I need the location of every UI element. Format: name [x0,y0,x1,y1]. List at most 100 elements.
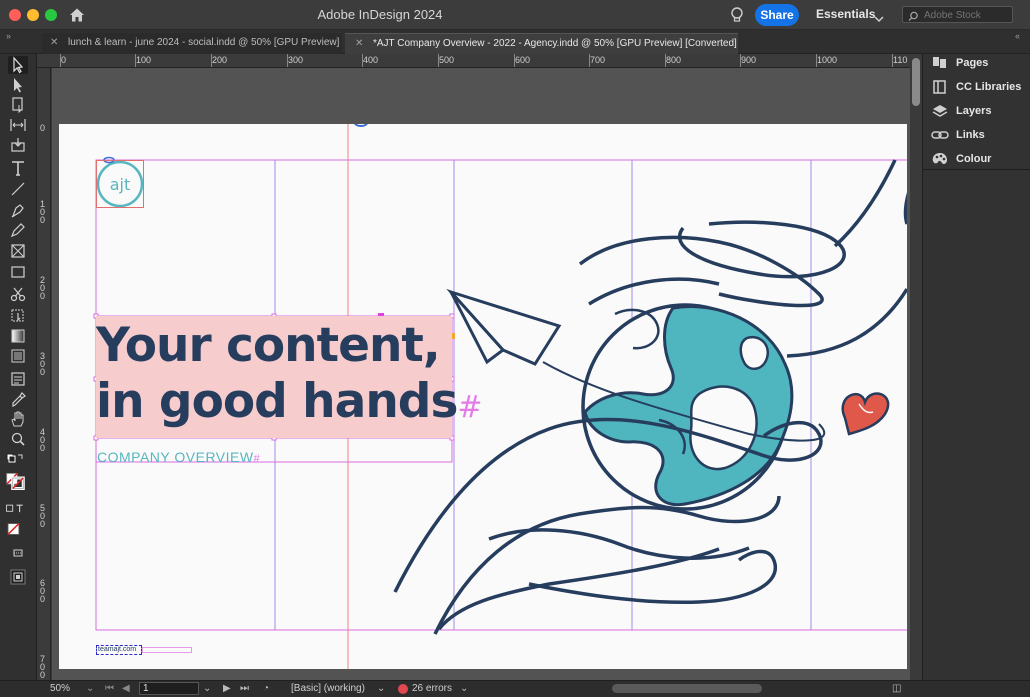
panel-colour[interactable]: Colour [931,150,1030,170]
note-tool-icon[interactable] [8,370,28,388]
next-page-icon[interactable]: ▶ [223,683,231,694]
page-dropdown-icon[interactable]: ⌄ [203,683,211,694]
share-button[interactable]: Share [755,4,799,26]
document-page[interactable]: ajt Your content, in good hands# COMPANY… [59,124,907,669]
pencil-tool-icon[interactable] [8,221,28,239]
zoom-dropdown-icon[interactable]: ⌄ [86,683,94,694]
direct-selection-tool-icon[interactable] [8,76,28,94]
first-page-icon[interactable]: ⏮ [105,683,114,694]
default-colors-icon[interactable] [5,452,25,470]
end-of-story-mark: # [253,453,261,465]
preflight-profile-icon[interactable]: ◔ [263,683,269,694]
document-canvas[interactable]: ajt Your content, in good hands# COMPANY… [52,68,910,680]
ruler-label: 6 0 0 [40,578,46,604]
rectangle-frame-tool-icon[interactable] [8,242,28,260]
panel-cc-libraries[interactable]: CC Libraries [931,78,1030,98]
zoom-tool-icon[interactable] [8,430,28,448]
content-collector-tool-icon[interactable] [8,136,28,154]
ruler-label: 800 [666,55,682,65]
profile-dropdown-icon[interactable]: ⌄ [377,683,385,694]
ruler-label: 7 0 0 [40,654,46,680]
error-count[interactable]: 26 errors [412,683,452,694]
vertical-scrollbar[interactable] [910,54,922,680]
company-overview-subtitle[interactable]: COMPANY OVERVIEW# [97,449,260,465]
last-page-icon[interactable]: ⏭ [240,683,249,694]
free-transform-tool-icon[interactable] [8,306,28,324]
tab-lunch-and-learn[interactable]: ✕ lunch & learn - june 2024 - social.indd… [42,33,342,54]
formatting-affects-icon[interactable] [5,500,31,518]
error-status-icon[interactable] [398,684,408,694]
headline-line-2: in good hands# [96,374,483,429]
headline-text-frame[interactable]: Your content, in good hands# [96,318,516,436]
horizontal-scrollbar-thumb[interactable] [612,684,762,693]
collapse-toolbar-icon[interactable]: ›› [6,31,11,41]
hand-tool-icon[interactable] [8,410,28,428]
adobe-stock-search[interactable] [902,6,1013,23]
ruler-label: 1000 [817,55,838,65]
pen-tool-icon[interactable] [8,201,28,219]
ruler-label: 400 [363,55,379,65]
apply-none-icon[interactable] [5,520,31,538]
tab-label: lunch & learn - june 2024 - social.indd … [68,37,340,48]
preflight-profile[interactable]: [Basic] (working) [291,683,365,694]
normal-view-icon[interactable] [8,568,28,586]
ruler-label: 200 [212,55,228,65]
tab-ajt-company-overview[interactable]: ✕ *AJT Company Overview - 2022 - Agency.i… [345,33,738,54]
gradient-swatch-tool-icon[interactable] [8,327,28,345]
close-tab-icon[interactable]: ✕ [355,34,365,53]
scissors-tool-icon[interactable] [8,285,28,303]
search-icon [907,9,921,21]
page-tool-icon[interactable] [8,96,28,114]
panel-divider [923,169,1030,170]
lightbulb-icon[interactable] [729,6,745,24]
ruler-label: 700 [590,55,606,65]
ruler-label: 2 0 0 [40,275,46,301]
overset-text-mark: # [457,390,482,425]
layers-icon [932,105,948,117]
colour-icon [932,153,947,164]
ruler-label: 0 [40,123,46,133]
fill-stroke-swatch[interactable] [5,472,31,496]
title-bar: Adobe InDesign 2024 Share Essentials [0,0,1030,30]
panel-links[interactable]: Links [931,126,1030,146]
collapse-panels-icon[interactable]: ‹‹ [1015,31,1020,41]
indesign-window: Adobe InDesign 2024 Share Essentials ›› … [0,0,1030,697]
ruler-label: 0 [61,55,67,65]
ruler-label: 3 0 0 [40,351,46,377]
tools-panel [0,54,37,680]
document-tab-bar: ›› ✕ lunch & learn - june 2024 - social.i… [0,30,1030,54]
type-tool-icon[interactable] [8,159,28,177]
vertical-ruler[interactable]: 0 1 0 0 2 0 0 3 0 0 4 0 0 5 0 0 6 0 0 7 … [37,68,51,680]
split-window-icon[interactable]: ◫ [892,683,901,694]
ruler-label: 100 [136,55,152,65]
ruler-label: 110 [893,55,908,65]
close-tab-icon[interactable]: ✕ [50,33,60,52]
rectangle-tool-icon[interactable] [8,263,28,281]
horizontal-ruler[interactable]: 0 100 200 300 400 500 600 700 800 900 10… [37,54,911,68]
gap-tool-icon[interactable] [8,116,28,134]
scrollbar-thumb[interactable] [912,58,920,106]
headline-line-1: Your content, [96,318,441,373]
line-tool-icon[interactable] [8,180,28,198]
ruler-label: 4 0 0 [40,427,46,453]
errors-dropdown-icon[interactable]: ⌄ [460,683,468,694]
zoom-level[interactable]: 50% [50,683,70,694]
previous-page-icon[interactable]: ◀ [122,683,130,694]
workspace-switcher[interactable]: Essentials [816,7,875,21]
panel-layers[interactable]: Layers [931,102,1030,122]
logo-frame[interactable] [96,160,144,208]
chevron-down-icon[interactable] [874,10,884,23]
status-bar: 50% ⌄ ⏮ ◀ ⌄ ▶ ⏭ ◔ [Basic] (working) ⌄ 26… [0,680,1030,697]
screen-mode-icon[interactable] [8,544,28,562]
gradient-feather-tool-icon[interactable] [8,347,28,365]
eyedropper-tool-icon[interactable] [8,390,28,408]
panels-dock: Pages CC Libraries Layers Links Colour [922,54,1030,680]
panel-pages[interactable]: Pages [931,54,1030,74]
page-number-field[interactable] [139,682,199,695]
app-title: Adobe InDesign 2024 [317,7,443,22]
footer-url[interactable]: teamajt.com [96,645,142,655]
stock-search-input[interactable] [924,8,1010,22]
ruler-label: 900 [741,55,757,65]
footer-text-frame[interactable] [142,647,192,653]
selection-tool-icon[interactable] [8,56,28,74]
